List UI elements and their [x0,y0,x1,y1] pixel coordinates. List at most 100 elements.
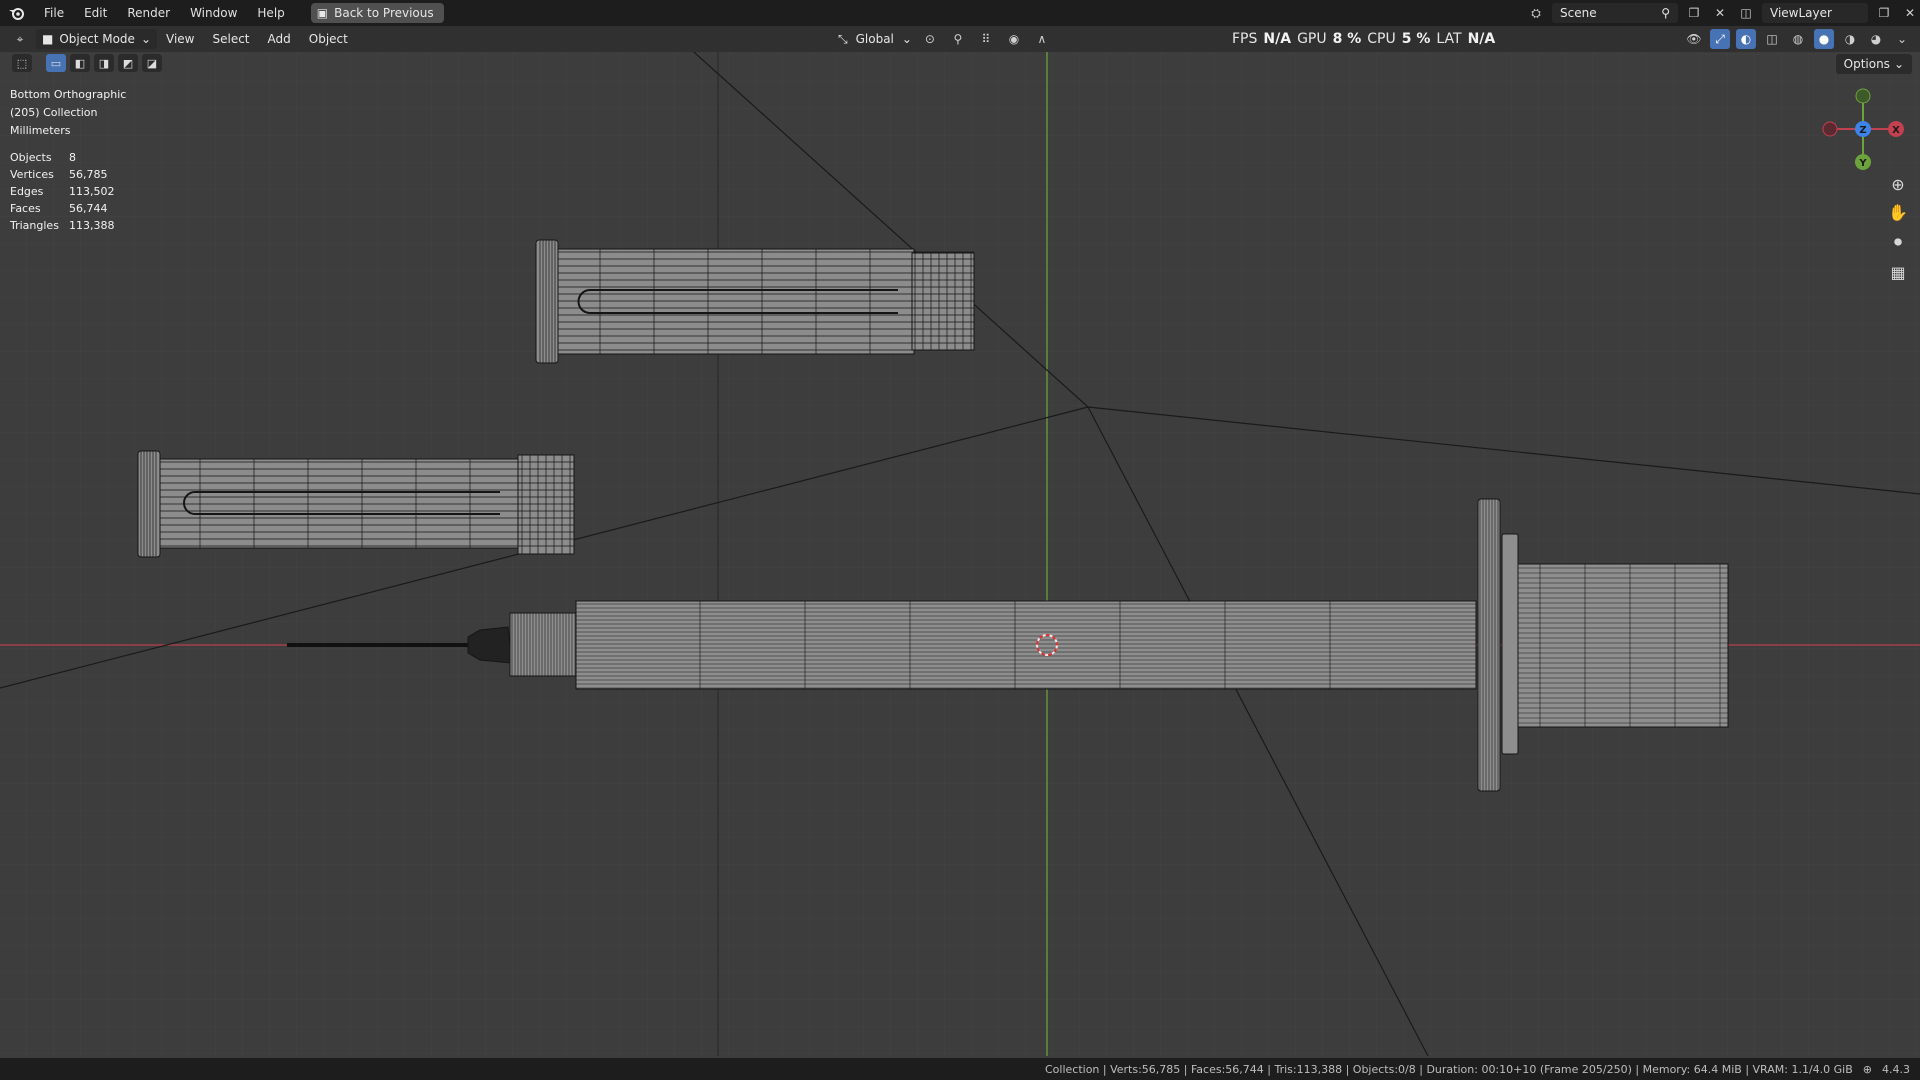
stat-value: 56,744 [69,202,108,215]
workspace-controls: ⛭ Scene ⚲ ❐ ✕ ◫ ViewLayer ❐ ✕ [1526,0,1920,26]
collection-name: (205) Collection [10,106,98,119]
fps-value: N/A [1263,31,1292,47]
scene-name: Scene [1560,6,1597,20]
object-mode-icon: ■ [42,32,54,46]
camera-view-icon[interactable]: ⏺ [1886,230,1910,254]
select-intersect-icon[interactable]: ◪ [142,54,162,72]
viewlayer-type-icon[interactable]: ◫ [1736,3,1756,23]
select-subtract-icon[interactable]: ◨ [94,54,114,72]
stat-row: Objects 8 [10,149,115,166]
chevron-down-icon: ⌄ [901,32,912,46]
transform-orientation-dropdown[interactable]: Global [856,32,894,46]
back-to-previous-button[interactable]: ▣ Back to Previous [310,3,444,23]
visibility-icon[interactable]: 👁 [1684,29,1704,49]
tweak-tool-icon[interactable]: ⬚ [12,54,32,72]
viewport-info-overlay: Bottom Orthographic (205) Collection Mil… [10,86,126,140]
ortho-grid-icon[interactable]: ▦ [1886,260,1910,284]
menu-add[interactable]: Add [259,26,300,52]
lat-label: LAT [1436,31,1462,47]
proportional-editing-icon[interactable]: ◉ [1004,29,1024,49]
pivot-point-icon[interactable]: ⊙ [920,29,940,49]
stat-row: Edges 113,502 [10,183,115,200]
scene-selector[interactable]: Scene ⚲ [1552,3,1678,23]
snap-icon[interactable]: ⚲ [948,29,968,49]
x-axis-label: X [1892,125,1900,136]
fps-label: FPS [1232,31,1258,47]
unit-system: Millimeters [10,124,71,137]
wireframe-shading-icon[interactable]: ◍ [1788,29,1808,49]
new-viewlayer-icon[interactable]: ❐ [1874,3,1894,23]
delete-scene-icon[interactable]: ✕ [1710,3,1730,23]
transform-tools: ⤡ Global ⌄ ⊙ ⚲ ⠿ ◉ ∧ [838,26,1052,52]
3d-viewport[interactable] [0,52,1920,1056]
gpu-value: 8 % [1332,31,1362,47]
delete-viewlayer-icon[interactable]: ✕ [1900,3,1920,23]
stat-row: Triangles 113,388 [10,217,115,234]
mode-label: Object Mode [59,32,135,46]
cpu-value: 5 % [1401,31,1431,47]
chevron-down-icon: ⌄ [140,32,151,46]
scene-statistics: Objects 8 Vertices 56,785 Edges 113,502 Fac… [10,149,115,234]
viewport-grid [0,52,1920,1056]
new-scene-icon[interactable]: ❐ [1684,3,1704,23]
material-shading-icon[interactable]: ◑ [1840,29,1860,49]
stat-label: Objects [10,151,52,164]
overlays-toggle-icon[interactable]: ◐ [1736,29,1756,49]
chevron-down-icon[interactable]: ⌄ [1892,29,1912,49]
blender-logo-icon[interactable] [0,5,34,21]
rendered-shading-icon[interactable]: ◕ [1866,29,1886,49]
z-axis-label: Z [1859,125,1866,136]
stat-row: Faces 56,744 [10,200,115,217]
select-new-icon[interactable]: ▭ [46,54,66,72]
menu-file[interactable]: File [34,0,74,26]
select-tool-row: ⬚ ▭ ◧ ◨ ◩ ◪ [12,54,162,72]
select-invert-icon[interactable]: ◩ [118,54,138,72]
menu-select[interactable]: Select [203,26,258,52]
status-bar: Collection | Verts:56,785 | Faces:56,744… [0,1058,1920,1080]
solid-shading-icon[interactable]: ● [1814,29,1834,49]
scene-type-icon[interactable]: ⛭ [1526,3,1546,23]
gizmo-toggle-icon[interactable]: ⤢ [1710,29,1730,49]
menu-object[interactable]: Object [300,26,357,52]
status-text: Collection | Verts:56,785 | Faces:56,744… [1044,1062,1853,1076]
menu-help[interactable]: Help [247,0,294,26]
view-name: Bottom Orthographic [10,88,127,101]
stat-label: Vertices [10,168,54,181]
options-dropdown[interactable]: Options ⌄ [1835,54,1912,74]
editor-type-icon[interactable]: ⌖ [10,29,30,49]
pan-hand-icon[interactable]: ✋ [1886,200,1910,224]
menu-edit[interactable]: Edit [74,0,117,26]
navigation-gizmo[interactable]: X Y Z [1820,86,1906,172]
lat-value: N/A [1467,31,1496,47]
snap-grid-icon[interactable]: ⠿ [976,29,996,49]
cap-object-top[interactable] [535,239,975,364]
gpu-label: GPU [1297,31,1327,47]
version-label: 4.4.3 [1882,1062,1910,1076]
back-to-previous-label: Back to Previous [334,6,434,20]
menu-view[interactable]: View [157,26,203,52]
stat-row: Vertices 56,785 [10,166,115,183]
performance-readout: FPS N/A GPU 8 % CPU 5 % LAT N/A [1232,26,1495,52]
select-extend-icon[interactable]: ◧ [70,54,90,72]
pin-icon[interactable]: ⚲ [1661,6,1670,20]
cap-object-left[interactable] [137,450,575,558]
chevron-down-icon: ⌄ [1893,57,1904,71]
y-axis-label: Y [1858,158,1867,169]
network-icon: ⊕ [1862,1062,1872,1076]
top-menu-bar: File Edit Render Window Help ▣ Back to P… [0,0,1920,26]
falloff-icon[interactable]: ∧ [1032,29,1052,49]
stat-label: Edges [10,185,44,198]
viewlayer-selector[interactable]: ViewLayer [1762,3,1868,23]
screen-icon: ▣ [316,6,329,20]
menu-render[interactable]: Render [117,0,180,26]
menu-window[interactable]: Window [180,0,247,26]
xray-toggle-icon[interactable]: ◫ [1762,29,1782,49]
stat-label: Faces [10,202,41,215]
zoom-icon[interactable]: ⊕ [1886,172,1910,196]
mode-dropdown[interactable]: ■ Object Mode ⌄ [36,29,157,49]
stat-value: 8 [69,151,76,164]
cpu-label: CPU [1367,31,1396,47]
stat-value: 113,388 [69,219,115,232]
viewport-header: ⌖ ■ Object Mode ⌄ View Select Add Object… [0,26,1920,52]
stat-label: Triangles [10,219,59,232]
